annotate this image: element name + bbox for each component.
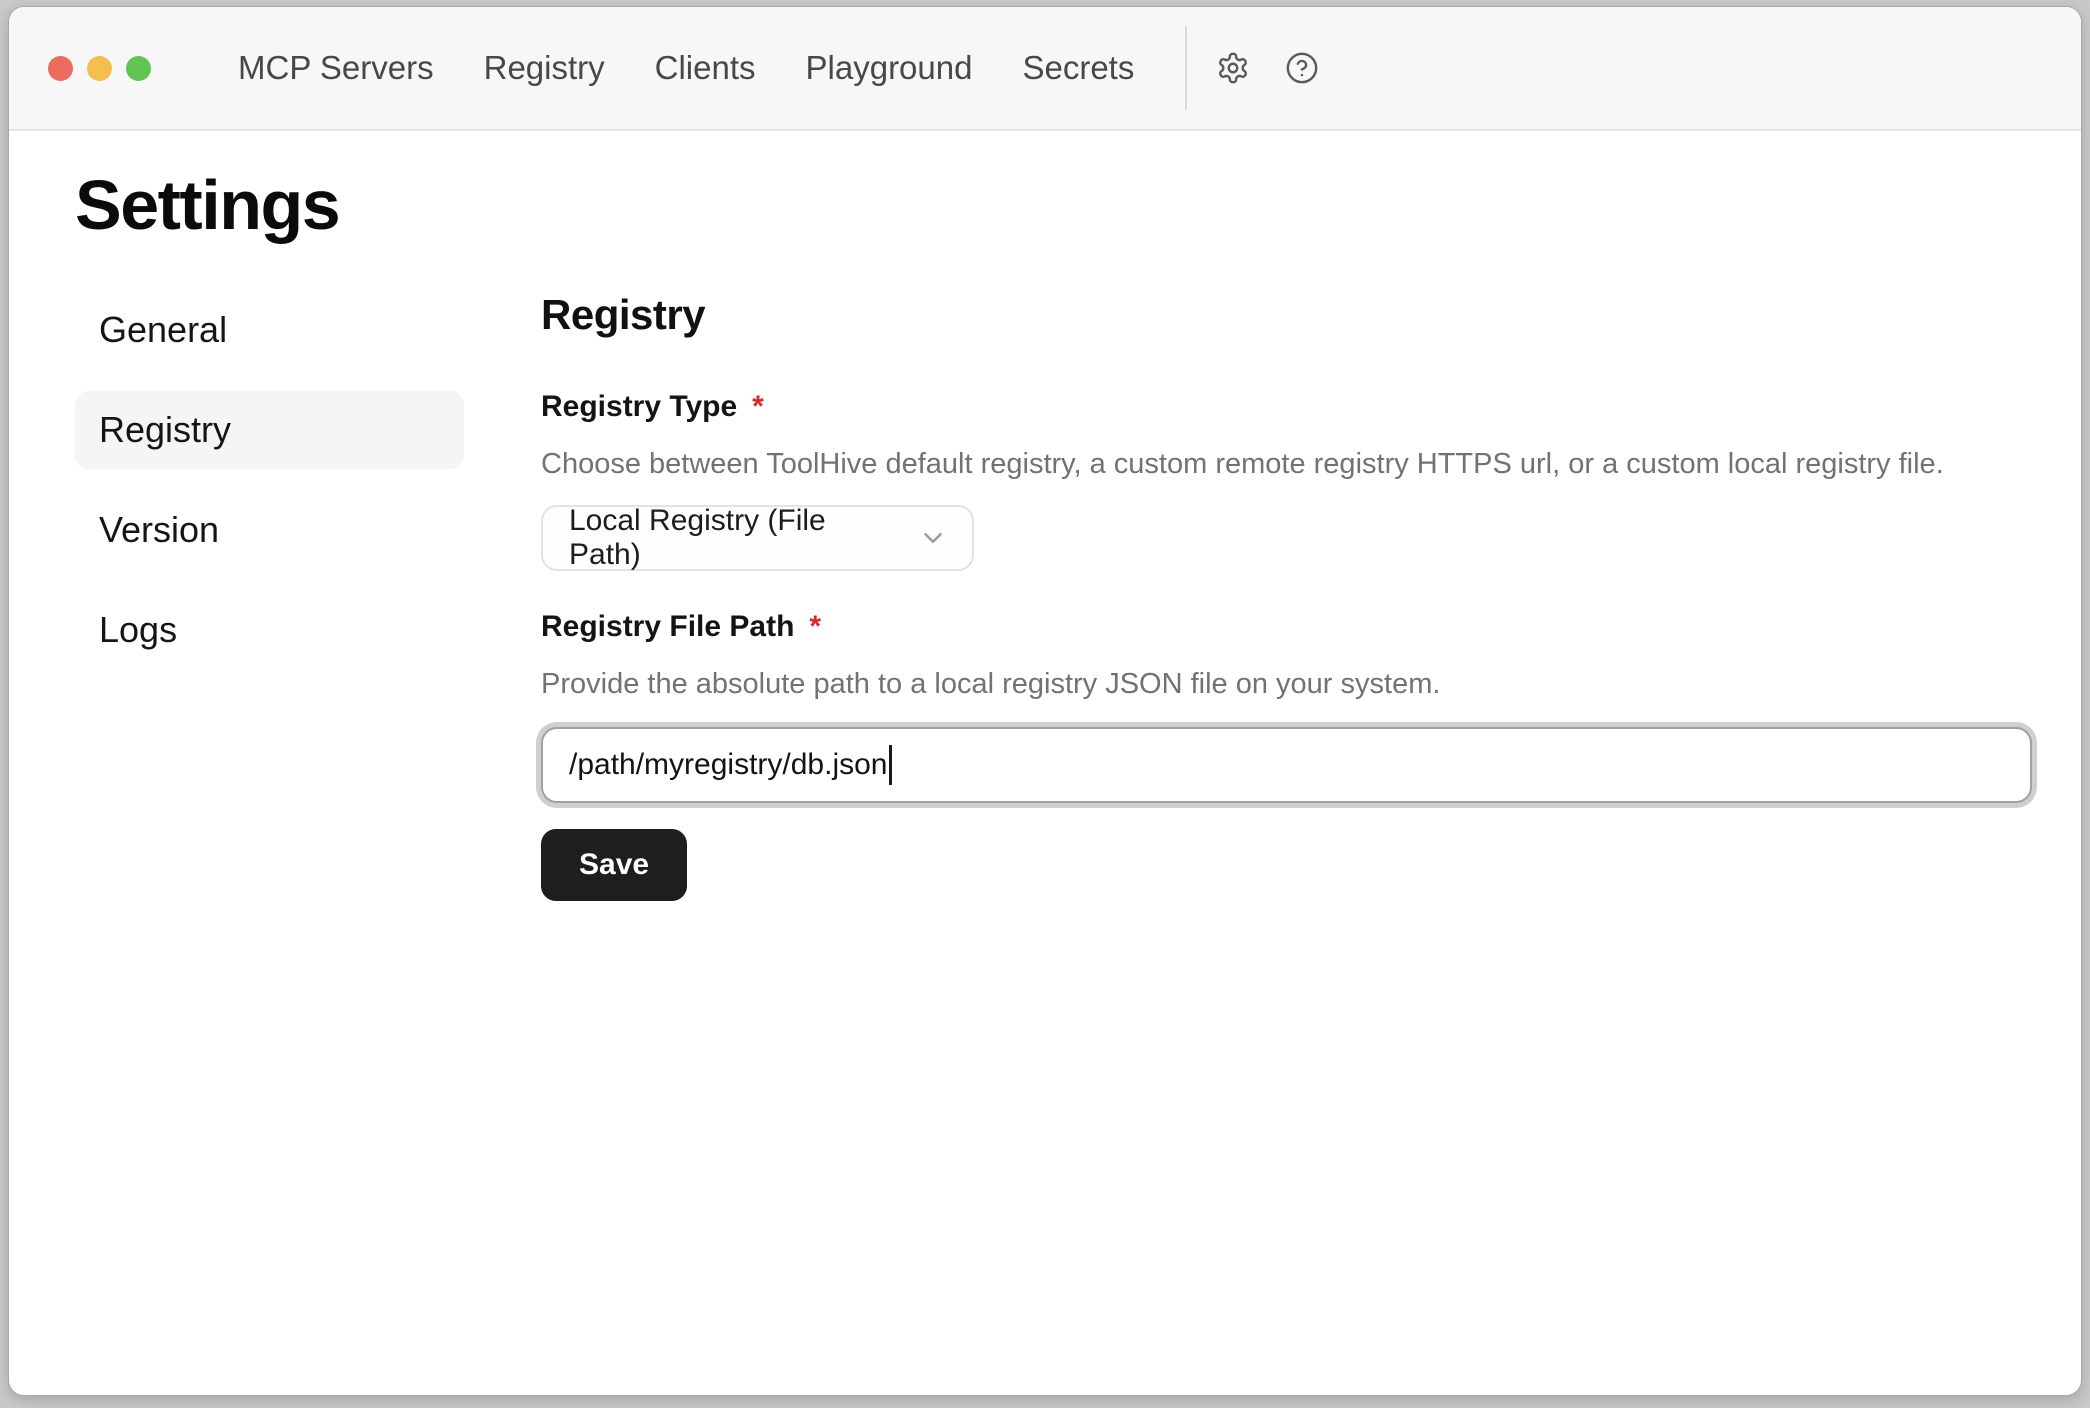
- minimize-button[interactable]: [87, 56, 112, 81]
- help-button[interactable]: [1284, 50, 1320, 86]
- sidebar-item-label: Registry: [99, 409, 231, 451]
- titlebar: MCP Servers Registry Clients Playground …: [9, 7, 2081, 131]
- settings-page: Settings General Registry Version Logs: [9, 169, 2081, 901]
- sidebar-item-label: General: [99, 309, 227, 351]
- input-value: /path/myregistry/db.json: [569, 748, 887, 782]
- registry-file-path-field: Registry File Path * Provide the absolut…: [541, 609, 2032, 803]
- text-cursor: [889, 745, 892, 785]
- registry-type-selected-value: Local Registry (File Path): [569, 504, 900, 572]
- chevron-down-icon: [900, 523, 948, 553]
- nav-item-playground[interactable]: Playground: [806, 49, 973, 87]
- nav-item-mcp-servers[interactable]: MCP Servers: [238, 49, 434, 87]
- help-circle-icon: [1285, 51, 1319, 85]
- nav-item-registry[interactable]: Registry: [484, 49, 605, 87]
- sidebar-item-logs[interactable]: Logs: [75, 591, 464, 669]
- page-title: Settings: [75, 169, 2032, 243]
- section-heading: Registry: [541, 291, 2032, 339]
- registry-file-path-input[interactable]: /path/myregistry/db.json: [541, 727, 2032, 803]
- required-indicator: *: [752, 389, 764, 425]
- settings-sidebar: General Registry Version Logs: [75, 291, 464, 901]
- registry-type-select[interactable]: Local Registry (File Path): [541, 505, 974, 571]
- sidebar-item-label: Version: [99, 509, 219, 551]
- zoom-button[interactable]: [126, 56, 151, 81]
- registry-type-field: Registry Type * Choose between ToolHive …: [541, 389, 2032, 571]
- registry-file-path-description: Provide the absolute path to a local reg…: [541, 665, 2032, 703]
- registry-file-path-label: Registry File Path: [541, 609, 794, 645]
- gear-icon: [1216, 51, 1250, 85]
- titlebar-divider: [1185, 26, 1187, 110]
- nav-item-clients[interactable]: Clients: [655, 49, 756, 87]
- registry-settings-panel: Registry Registry Type * Choose between …: [541, 291, 2032, 901]
- save-button[interactable]: Save: [541, 829, 687, 901]
- top-nav: MCP Servers Registry Clients Playground …: [238, 49, 1134, 87]
- sidebar-item-label: Logs: [99, 609, 177, 651]
- app-window: MCP Servers Registry Clients Playground …: [8, 6, 2082, 1396]
- sidebar-item-general[interactable]: General: [75, 291, 464, 369]
- close-button[interactable]: [48, 56, 73, 81]
- required-indicator: *: [809, 609, 821, 645]
- sidebar-item-registry[interactable]: Registry: [75, 391, 464, 469]
- sidebar-item-version[interactable]: Version: [75, 491, 464, 569]
- settings-button[interactable]: [1215, 50, 1251, 86]
- registry-type-description: Choose between ToolHive default registry…: [541, 445, 2032, 483]
- registry-type-label: Registry Type: [541, 389, 737, 425]
- traffic-lights: [48, 56, 151, 81]
- nav-item-secrets[interactable]: Secrets: [1022, 49, 1134, 87]
